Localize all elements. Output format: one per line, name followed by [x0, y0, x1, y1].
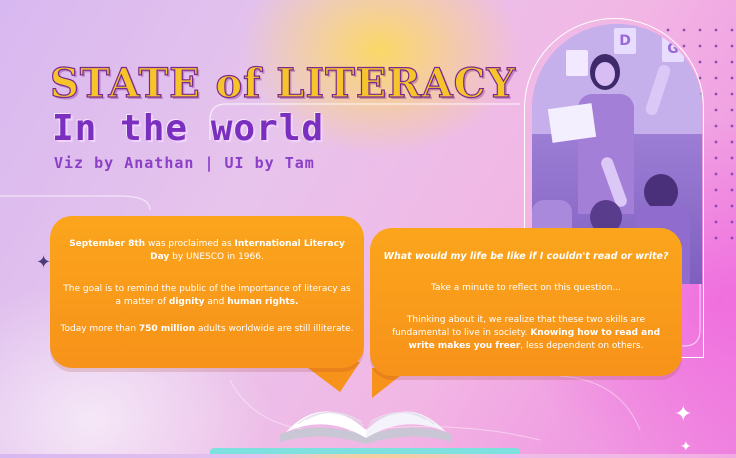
date-highlight: September 8th — [69, 239, 146, 249]
million-highlight: 750 million — [138, 324, 196, 334]
text-span: by UNESCO in 1966. — [169, 252, 264, 262]
reflection-question: What would my life be like if I couldn't… — [383, 251, 669, 262]
teacher-book — [547, 103, 597, 143]
letter-card-d: D — [614, 28, 636, 54]
letter-card — [566, 50, 588, 76]
dignity-highlight: dignity — [168, 297, 205, 307]
text-span: was proclaimed as — [145, 239, 235, 249]
reflection-text: Thinking about it, we realize that these… — [382, 314, 670, 353]
sparkle-icon: ✦ — [36, 252, 52, 273]
student-head — [644, 174, 678, 210]
text-span: , less dependent on others. — [520, 341, 644, 351]
credits: Viz by Anathan | UI by Tam — [54, 154, 315, 172]
letter-card-g: G — [662, 36, 684, 62]
open-book-icon — [280, 411, 452, 444]
title-line-1: STATE of LITERACY — [49, 59, 517, 107]
goal-text: The goal is to remind the public of the … — [60, 283, 354, 309]
teacher-face — [595, 62, 615, 86]
text-span: and — [204, 297, 228, 307]
sparkle-icon: ✦ — [674, 402, 693, 427]
illiteracy-stat-text: Today more than 750 million adults world… — [60, 323, 354, 336]
title-line-2: In the world — [52, 108, 325, 149]
human-rights-highlight: human rights. — [227, 297, 299, 307]
reflect-prompt: Take a minute to reflect on this questio… — [430, 283, 622, 293]
bottom-accent-bar — [210, 448, 520, 454]
speech-bubble-right: What would my life be like if I couldn't… — [370, 228, 682, 376]
text-span: adults worldwide are still illiterate. — [195, 324, 354, 334]
literacy-day-text: September 8th was proclaimed as Internat… — [60, 238, 354, 264]
speech-bubble-left: September 8th was proclaimed as Internat… — [50, 216, 364, 368]
text-span: Today more than — [60, 324, 139, 334]
sparkle-icon: ✦ — [680, 439, 692, 455]
